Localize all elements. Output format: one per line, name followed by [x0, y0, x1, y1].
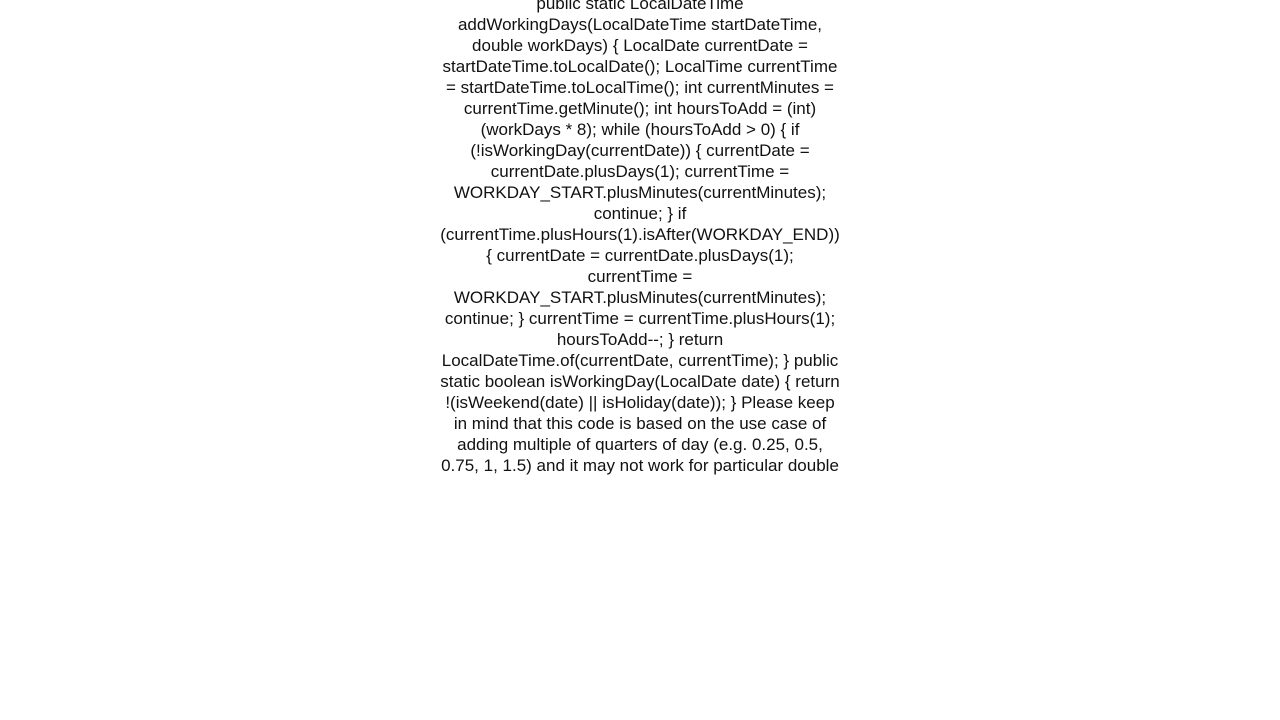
document-body: shift is 8 hours long) EDIT: refactored …: [440, 0, 840, 692]
